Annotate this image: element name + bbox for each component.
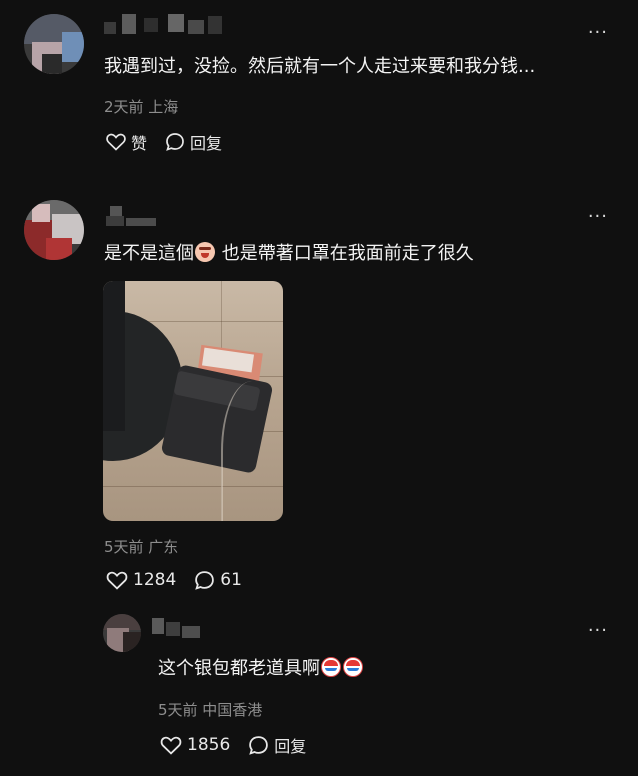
heart-icon: [160, 736, 182, 755]
avatar[interactable]: [24, 200, 84, 260]
comment-text: 是不是這個 也是帶著口罩在我面前走了很久: [104, 241, 474, 267]
comment-meta: 2天前 上海: [104, 98, 179, 116]
comment-text-part: 也是帶著口罩在我面前走了很久: [221, 243, 474, 264]
like-count: 1856: [187, 735, 231, 755]
comment-photo-wallet[interactable]: [103, 281, 283, 521]
speech-bubble-icon: [249, 735, 269, 755]
comment-text-part: 是不是這個: [104, 243, 194, 264]
reply-label: 回复: [190, 134, 223, 153]
like-button[interactable]: 赞: [106, 130, 147, 154]
reply-button[interactable]: 回复: [248, 733, 306, 757]
username-redacted[interactable]: [104, 206, 174, 226]
scream-face-icon: [195, 242, 215, 262]
comment-text: 我遇到过，没捡。然后就有一个人走过来要和我分钱...: [104, 56, 536, 77]
avatar[interactable]: [103, 614, 141, 652]
heart-icon: [106, 133, 126, 151]
reply-count: 61: [220, 570, 242, 590]
like-button[interactable]: 1856: [160, 735, 230, 755]
comment-meta: 5天前 广东: [104, 538, 179, 556]
crying-clown-face-icon: [321, 657, 341, 677]
avatar[interactable]: [24, 14, 84, 74]
speech-bubble-icon: [166, 133, 184, 151]
reply-button[interactable]: 回复: [165, 130, 222, 154]
comment-meta: 5天前 中国香港: [158, 701, 263, 719]
comment-text-part: 这个银包都老道具啊: [158, 658, 320, 679]
reply-button[interactable]: 61: [194, 570, 242, 591]
more-options-button[interactable]: ···: [588, 622, 608, 640]
username-redacted[interactable]: [152, 618, 212, 638]
username-redacted[interactable]: [104, 14, 244, 34]
like-label: 赞: [131, 134, 148, 153]
more-options-button[interactable]: ···: [588, 24, 608, 42]
like-count: 1284: [133, 570, 177, 590]
heart-icon: [106, 571, 128, 590]
comment-actions: 1284 61: [106, 568, 260, 592]
comment-text: 这个银包都老道具啊: [158, 656, 364, 682]
reply-label: 回复: [274, 737, 307, 756]
comment-actions: 赞 回复: [106, 130, 240, 154]
speech-bubble-icon: [195, 570, 215, 590]
more-options-button[interactable]: ···: [588, 208, 608, 226]
crying-clown-face-icon: [343, 657, 363, 677]
like-button[interactable]: 1284: [106, 570, 176, 590]
comment-actions: 1856 回复: [160, 733, 324, 757]
